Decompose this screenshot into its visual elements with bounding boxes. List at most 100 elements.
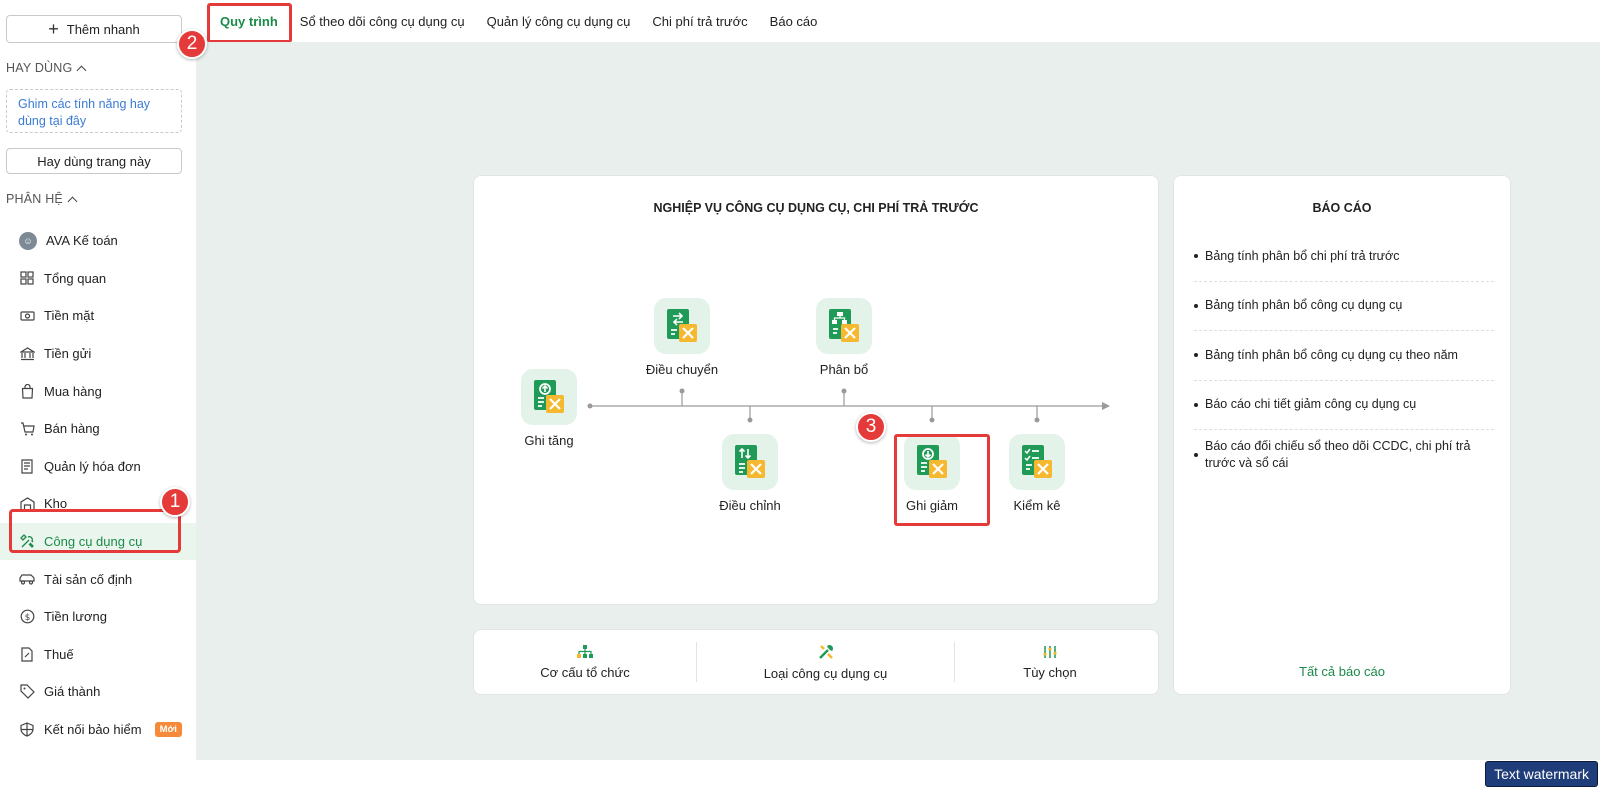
options-label: Tùy chọn (1023, 664, 1077, 680)
sidebar-item-purchase[interactable]: Mua hàng (0, 372, 196, 410)
highlight-box-decrease (894, 434, 990, 526)
sidebar-item-label: Mua hàng (44, 383, 102, 399)
transfer-icon (654, 298, 710, 354)
flow-node-label: Ghi tăng (524, 433, 574, 448)
sidebar-item-label: Tiền mặt (44, 308, 95, 324)
sidebar-item-label: Tiền lương (44, 609, 107, 625)
frequent-section-header[interactable]: HAY DÙNG (6, 61, 87, 75)
top-tabs: Quy trình Sổ theo dõi công cụ dụng cụ Qu… (196, 0, 1600, 42)
tag-icon (19, 684, 35, 700)
modules-section-header[interactable]: PHÂN HỆ (6, 192, 78, 206)
sidebar-item-deposit[interactable]: Tiền gửi (0, 335, 196, 373)
callout-2: 2 (177, 29, 207, 59)
sidebar-item-label: Kết nối bảo hiểm (44, 722, 142, 738)
flow-node-inventory-check[interactable]: Kiểm kê (987, 434, 1087, 513)
flow-node-allocate[interactable]: Phân bổ (794, 298, 894, 377)
bank-icon (19, 346, 35, 362)
highlight-box-tools (9, 509, 181, 553)
bullet (1194, 402, 1198, 407)
sidebar-item-overview[interactable]: Tổng quan (0, 260, 196, 298)
report-item[interactable]: Báo cáo chi tiết giảm công cụ dụng cụ (1194, 381, 1494, 430)
options-link[interactable]: Tùy chọn (955, 630, 1145, 694)
report-card: BÁO CÁO Bảng tính phân bổ chi phí trả tr… (1173, 175, 1511, 695)
sidebar-item-ava[interactable]: ☺ AVA Kế toán (0, 222, 196, 260)
sidebar-item-cash[interactable]: Tiền mặt (0, 297, 196, 335)
allocate-icon (816, 298, 872, 354)
avatar: ☺ (19, 231, 37, 250)
tab-tool-management[interactable]: Quản lý công cụ dụng cụ (476, 14, 642, 29)
add-frequent-button[interactable]: Hay dùng trang này (6, 148, 182, 174)
bullet (1194, 453, 1198, 457)
cart-icon (19, 421, 35, 437)
chevron-up-icon (67, 196, 78, 206)
flow-node-adjust[interactable]: Điều chỉnh (700, 434, 800, 513)
report-list: Bảng tính phân bổ chi phí trả trước Bảng… (1194, 232, 1494, 480)
cash-icon (19, 308, 35, 324)
report-item-label: Bảng tính phân bổ chi phí trả trước (1205, 248, 1400, 263)
sidebar-item-cost[interactable]: Giá thành (0, 673, 196, 711)
main-area: NGHIỆP VỤ CÔNG CỤ DỤNG CỤ, CHI PHÍ TRẢ T… (196, 42, 1600, 760)
sidebar-item-label: AVA Kế toán (46, 233, 118, 249)
bullet (1194, 353, 1198, 358)
tab-reports[interactable]: Báo cáo (759, 14, 829, 29)
flow-node-transfer[interactable]: Điều chuyển (632, 298, 732, 377)
flow-node-label: Phân bổ (819, 362, 869, 377)
sidebar-item-label: Tổng quan (44, 270, 107, 286)
org-structure-label: Cơ cấu tổ chức (540, 664, 630, 680)
org-chart-icon (577, 644, 593, 658)
report-item[interactable]: Bảng tính phân bổ công cụ dụng cụ theo n… (1194, 331, 1494, 381)
frequent-section-title: HAY DÙNG (6, 61, 73, 75)
sidebar-item-label: Bán hàng (44, 421, 100, 437)
modules-section-title: PHÂN HỆ (6, 192, 63, 206)
report-item-label: Báo cáo chi tiết giảm công cụ dụng cụ (1205, 397, 1417, 412)
sidebar-item-label: Giá thành (44, 684, 101, 700)
flow-node-label: Kiểm kê (1013, 498, 1061, 513)
new-badge: Mới (154, 722, 182, 738)
sidebar-item-invoice[interactable]: Quản lý hóa đơn (0, 448, 196, 486)
pin-hint-box: Ghim các tính năng hay dùng tại đây (6, 89, 182, 133)
report-item[interactable]: Báo cáo đối chiếu sổ theo dõi CCDC, chi … (1194, 430, 1494, 480)
tool-type-label: Loại công cụ dụng cụ (763, 665, 888, 681)
tax-icon (19, 646, 35, 662)
watermark: Text watermark (1485, 761, 1598, 787)
tab-tool-ledger[interactable]: Sổ theo dõi công cụ dụng cụ (289, 14, 476, 29)
sidebar-item-label: Tài sản cố định (44, 571, 133, 587)
flow-node-label: Điều chỉnh (719, 498, 781, 513)
settings-links-card: Cơ cấu tổ chức Loại công cụ dụng cụ Tùy … (473, 629, 1159, 695)
bullet (1194, 254, 1198, 259)
sidebar-item-fixed-assets[interactable]: Tài sản cố định (0, 560, 196, 598)
dollar-icon: $ (19, 609, 35, 625)
callout-1: 1 (160, 487, 190, 517)
invoice-icon (19, 458, 35, 474)
sidebar-item-tax[interactable]: Thuế (0, 636, 196, 674)
dashboard-icon (19, 270, 35, 286)
report-item-label: Báo cáo đối chiếu sổ theo dõi CCDC, chi … (1205, 439, 1471, 470)
org-structure-link[interactable]: Cơ cấu tổ chức (474, 630, 696, 694)
sidebar-item-label: Thuế (44, 646, 74, 662)
module-nav: ☺ AVA Kế toán Tổng quan Tiền mặt Tiền gử… (0, 222, 196, 748)
report-item[interactable]: Bảng tính phân bổ công cụ dụng cụ (1194, 282, 1494, 331)
tab-prepaid-expenses[interactable]: Chi phí trả trước (641, 14, 758, 29)
tool-type-link[interactable]: Loại công cụ dụng cụ (697, 630, 954, 694)
bullet (1194, 303, 1198, 308)
all-reports-link[interactable]: Tất cả báo cáo (1174, 664, 1510, 679)
adjust-icon (722, 434, 778, 490)
shopping-bag-icon (19, 383, 35, 399)
sidebar-item-sales[interactable]: Bán hàng (0, 410, 196, 448)
flow-node-increase[interactable]: Ghi tăng (499, 369, 599, 448)
quick-add-button[interactable]: + Thêm nhanh (6, 15, 182, 43)
sidebar: + Thêm nhanh HAY DÙNG Ghim các tính năng… (0, 0, 196, 760)
report-item[interactable]: Bảng tính phân bổ chi phí trả trước (1194, 232, 1494, 282)
wrench-icon (818, 644, 833, 659)
callout-3: 3 (856, 412, 886, 442)
sidebar-item-insurance[interactable]: Kết nối bảo hiểm Mới (0, 711, 196, 749)
svg-text:$: $ (24, 613, 30, 623)
report-title: BÁO CÁO (1312, 201, 1372, 215)
record-increase-icon (521, 369, 577, 425)
shield-icon (19, 722, 35, 738)
report-item-label: Bảng tính phân bổ công cụ dụng cụ (1205, 298, 1403, 313)
flow-node-label: Điều chuyển (645, 362, 719, 377)
sidebar-item-salary[interactable]: $ Tiền lương (0, 598, 196, 636)
sidebar-item-label: Quản lý hóa đơn (44, 458, 141, 474)
quick-add-label: Thêm nhanh (66, 21, 140, 37)
